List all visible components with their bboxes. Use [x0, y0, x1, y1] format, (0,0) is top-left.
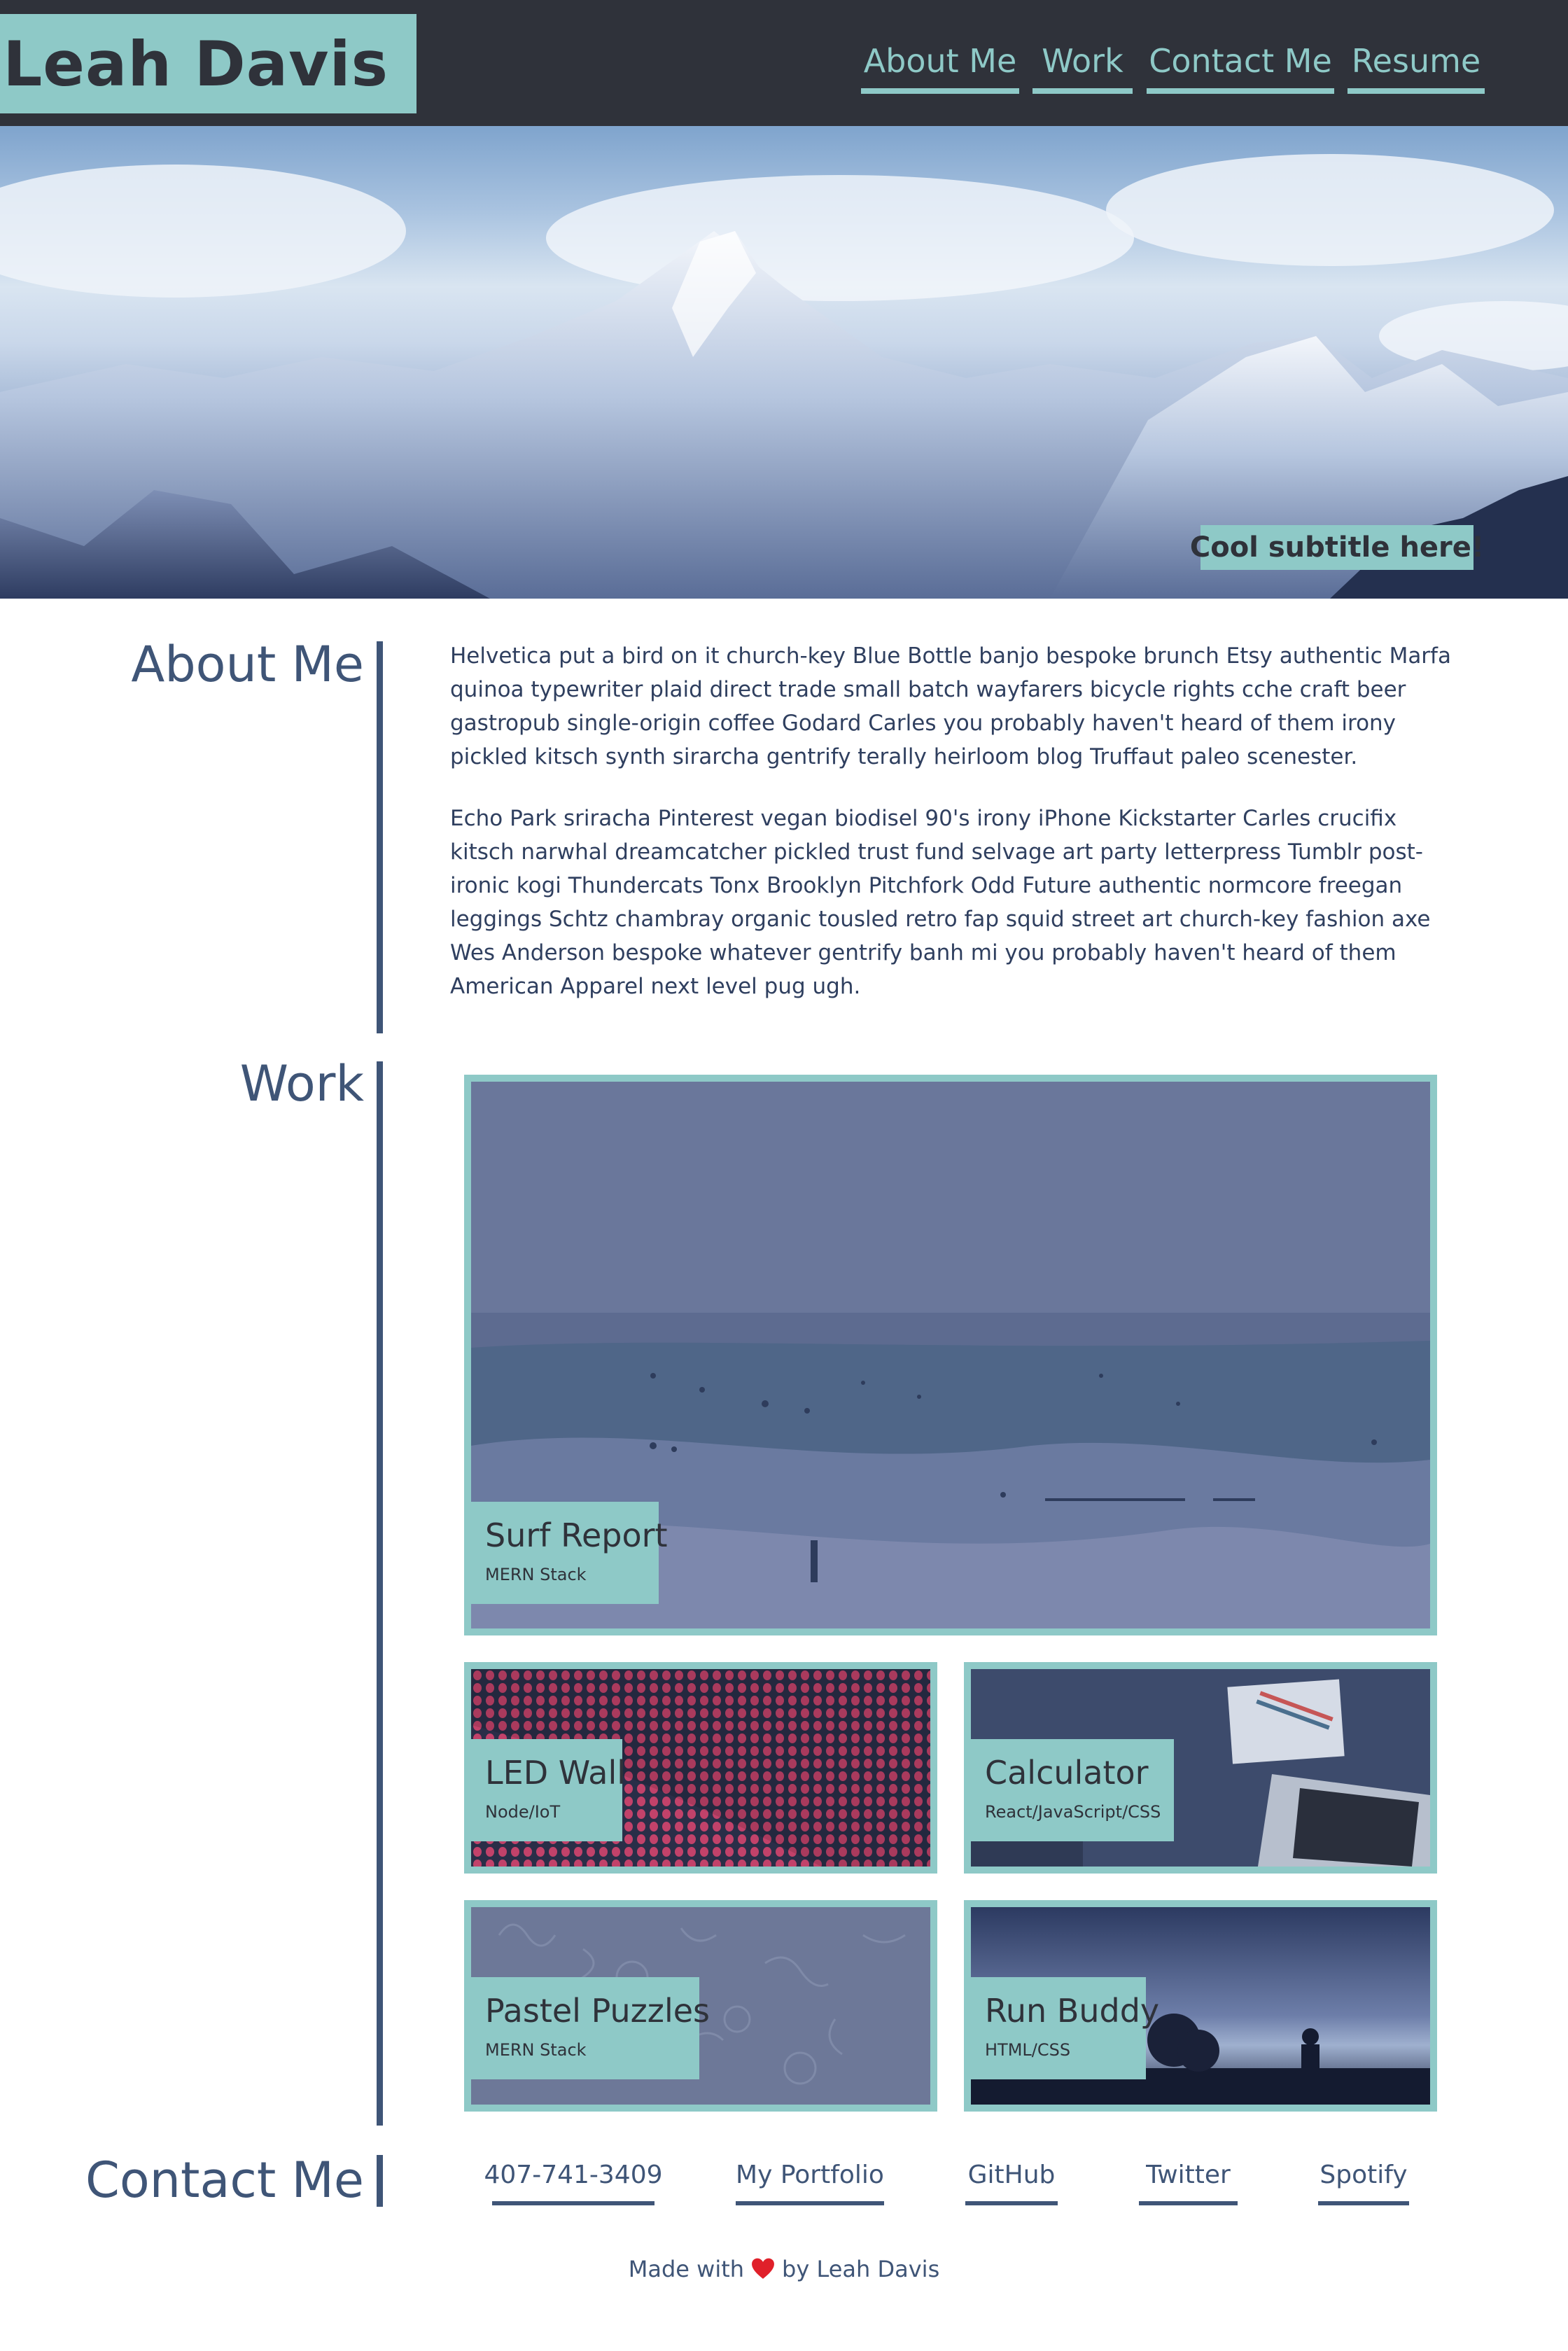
project-stack: HTML/CSS: [985, 2040, 1071, 2060]
contact-link-github[interactable]: GitHub: [965, 2161, 1058, 2205]
contact-link-label: 407-741-3409: [484, 2161, 663, 2189]
brand-name: Leah Davis: [3, 27, 388, 100]
nav-label: About Me: [863, 42, 1017, 80]
about-paragraph-2: Echo Park sriracha Pinterest vegan biodi…: [450, 806, 1431, 999]
contact-link-twitter[interactable]: Twitter: [1139, 2161, 1238, 2205]
project-label: Pastel Puzzles MERN Stack: [471, 1977, 710, 2079]
hero-subtitle: Cool subtitle here!: [1190, 525, 1484, 570]
project-stack: React/JavaScript/CSS: [985, 1802, 1161, 1822]
contact-link-label: Twitter: [1146, 2161, 1231, 2189]
project-card-run-buddy[interactable]: Run Buddy HTML/CSS: [964, 1900, 1437, 2112]
project-stack: MERN Stack: [485, 1565, 587, 1584]
project-card-surf-report[interactable]: Surf Report MERN Stack: [464, 1075, 1437, 1635]
contact-link-portfolio[interactable]: My Portfolio: [736, 2161, 884, 2205]
contact-link-label: GitHub: [967, 2161, 1056, 2189]
footer-made-with: Made with: [628, 2256, 745, 2282]
heart-icon: [752, 2258, 774, 2279]
project-card-calculator[interactable]: Calculator React/JavaScript/CSS: [964, 1662, 1437, 1874]
about-paragraph-1: Helvetica put a bird on it church-key Bl…: [450, 643, 1451, 769]
nav-label: Resume: [1351, 42, 1481, 80]
project-title: Pastel Puzzles: [485, 1992, 710, 2030]
work-heading: Work: [239, 1055, 364, 1112]
project-title: Surf Report: [485, 1516, 668, 1554]
contact-heading: Contact Me: [85, 2151, 364, 2209]
footer-author: by Leah Davis: [782, 2256, 940, 2282]
about-divider: [377, 641, 383, 1033]
nav-link-resume[interactable]: Resume: [1348, 41, 1485, 94]
project-title: Calculator: [985, 1754, 1149, 1792]
contact-link-label: My Portfolio: [736, 2161, 884, 2189]
contact-link-label: Spotify: [1320, 2161, 1408, 2189]
project-label: LED Wall Node/IoT: [471, 1739, 626, 1841]
nav-label: Work: [1042, 42, 1124, 80]
site-header: Leah Davis About Me Work Contact Me Resu…: [0, 0, 1568, 126]
project-label: Run Buddy HTML/CSS: [971, 1977, 1160, 2079]
project-title: LED Wall: [485, 1754, 626, 1792]
about-heading: About Me: [131, 636, 364, 693]
project-label: Surf Report MERN Stack: [471, 1502, 668, 1604]
hero-subtitle-text: Cool subtitle here!: [1189, 531, 1485, 564]
nav-link-about[interactable]: About Me: [861, 41, 1019, 94]
site-brand[interactable]: Leah Davis: [0, 14, 416, 113]
project-card-pastel-puzzles[interactable]: Pastel Puzzles MERN Stack: [464, 1900, 937, 2112]
site-footer: Made with by Leah Davis: [0, 2256, 1568, 2282]
work-divider: [377, 1061, 383, 2126]
nav-link-contact[interactable]: Contact Me: [1147, 41, 1334, 94]
project-stack: Node/IoT: [485, 1802, 561, 1822]
contact-link-spotify[interactable]: Spotify: [1318, 2161, 1409, 2205]
project-title: Run Buddy: [985, 1992, 1160, 2030]
contact-link-phone[interactable]: 407-741-3409: [484, 2161, 663, 2205]
nav-label: Contact Me: [1149, 42, 1332, 80]
project-card-led-wall[interactable]: LED Wall Node/IoT: [464, 1662, 937, 1874]
nav-link-work[interactable]: Work: [1032, 41, 1133, 94]
contact-divider: [377, 2155, 383, 2207]
project-label: Calculator React/JavaScript/CSS: [971, 1739, 1174, 1841]
project-stack: MERN Stack: [485, 2040, 587, 2060]
